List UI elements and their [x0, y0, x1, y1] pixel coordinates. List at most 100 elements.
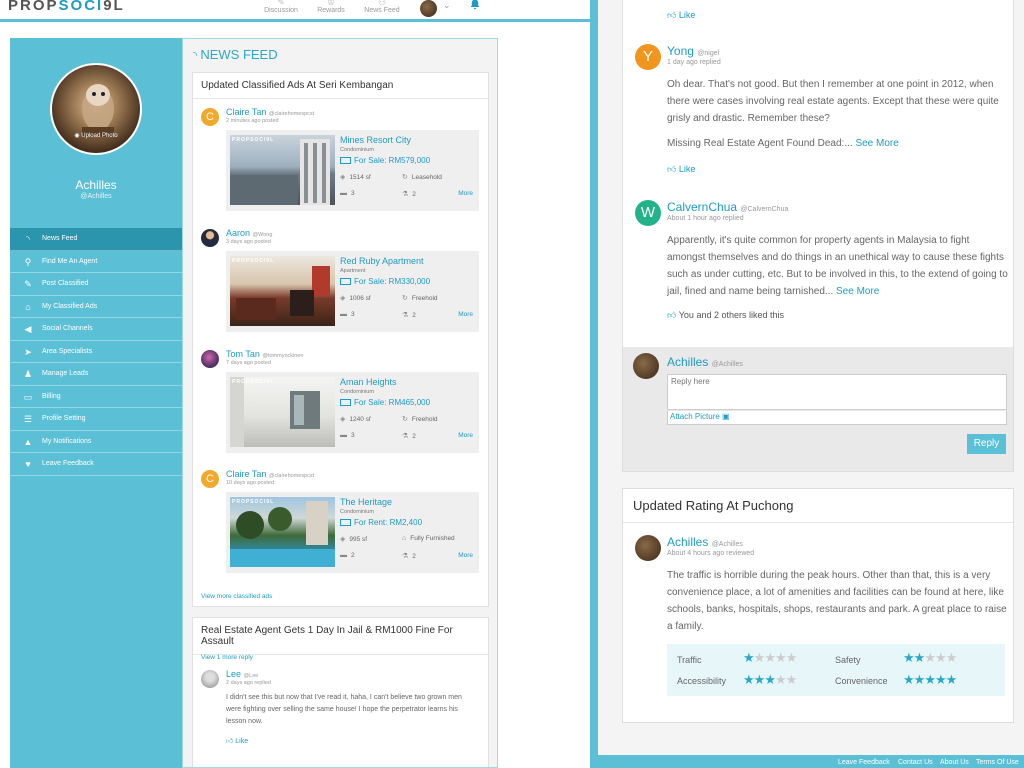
like-button[interactable]: 👍︎ Like: [667, 10, 695, 21]
sidebar-item-social-channels[interactable]: ◀ Social Channels: [10, 318, 182, 341]
ratings-table: Traffic ★★★★★ Safety ★★★★★ Accessibility…: [667, 644, 1005, 696]
money-icon: [340, 519, 351, 526]
sidebar-item-my-notifications[interactable]: ▲ My Notifications: [10, 431, 182, 453]
footer: Leave Feedback Contact Us About Us Terms…: [598, 755, 1024, 768]
commenter-name[interactable]: Lee: [226, 669, 241, 679]
likes-summary[interactable]: 👍︎ You and 2 others liked this: [667, 310, 784, 321]
avatar[interactable]: Y: [635, 44, 661, 70]
poster-name[interactable]: Claire Tan: [226, 469, 266, 479]
footer-link-about-us[interactable]: About Us: [940, 759, 969, 766]
listing-more-link[interactable]: More: [458, 311, 473, 318]
reply-textarea[interactable]: [667, 374, 1007, 410]
rating-label: Traffic: [677, 655, 702, 665]
listing-type: Apartment: [340, 268, 366, 274]
avatar[interactable]: W: [635, 200, 661, 226]
commenter-name[interactable]: CalvernChua: [667, 200, 737, 214]
sidebar-item-news-feed[interactable]: ◝ News Feed: [10, 228, 182, 251]
avatar[interactable]: [635, 535, 661, 561]
watermark-logo: PROPSOCI9L: [232, 258, 275, 264]
commenter-name[interactable]: Yong: [667, 44, 694, 58]
card-title[interactable]: Real Estate Agent Gets 1 Day In Jail & R…: [193, 618, 488, 655]
listing-tenure: Freehold: [411, 295, 438, 302]
sidebar-item-billing[interactable]: ▭ Billing: [10, 386, 182, 408]
listing-card[interactable]: PROPSOCI9L Red Ruby Apartment Apartment …: [226, 251, 479, 332]
search-user-icon: ⚲: [24, 256, 32, 267]
avatar[interactable]: C: [201, 108, 219, 126]
review-text: The traffic is horrible during the peak …: [667, 570, 1007, 632]
star-empty-icon: ★: [785, 672, 798, 687]
listing-title[interactable]: Red Ruby Apartment: [340, 256, 424, 266]
replier-handle: @Achilles: [711, 361, 743, 368]
avatar[interactable]: [201, 229, 219, 247]
attach-picture-button[interactable]: Attach Picture ▣: [667, 411, 1007, 425]
avatar[interactable]: [201, 350, 219, 368]
listing-photo[interactable]: PROPSOCI9L: [230, 377, 335, 447]
footer-link-terms[interactable]: Terms Of Use: [976, 759, 1019, 766]
image-icon: ▣: [722, 412, 730, 421]
sidebar-item-leave-feedback[interactable]: ♥ Leave Feedback: [10, 453, 182, 476]
listing-card[interactable]: PROPSOCI9L The Heritage Condominium For …: [226, 492, 479, 573]
post-time: 10 days ago posted: [226, 480, 275, 486]
listing-more-link[interactable]: More: [458, 432, 473, 439]
listing-card[interactable]: PROPSOCI9L Aman Heights Condominium For …: [226, 372, 479, 453]
poster-name[interactable]: Tom Tan: [226, 349, 260, 359]
chevron-down-icon[interactable]: ⌄: [443, 0, 451, 11]
view-more-classified-link[interactable]: View more classified ads: [201, 593, 272, 600]
star-empty-icon: ★: [785, 650, 798, 665]
sidebar-item-post-classified[interactable]: ✎ Post Classified: [10, 273, 182, 296]
sidebar-item-my-classified-ads[interactable]: ⌂ My Classified Ads: [10, 296, 182, 318]
reviewer-name[interactable]: Achilles: [667, 535, 708, 549]
profile-photo[interactable]: ◉ Upload Photo: [50, 63, 142, 155]
nav-news-feed[interactable]: ⚇ News Feed: [357, 0, 407, 14]
sidebar-item-area-specialists[interactable]: ➤ Area Specialists: [10, 341, 182, 363]
card-title[interactable]: Updated Rating At Puchong: [623, 489, 1013, 523]
listing-photo[interactable]: PROPSOCI9L: [230, 135, 335, 205]
comment-time: 2 days ago replied: [226, 680, 271, 686]
upload-photo-label[interactable]: ◉ Upload Photo: [52, 132, 140, 139]
listing-size: 1006 sf: [349, 295, 371, 302]
comment-text: Oh dear. That's not good. But then I rem…: [667, 79, 999, 124]
notification-bell-icon[interactable]: [470, 0, 480, 13]
commenter-handle: @nigel: [697, 50, 720, 57]
nav-rewards[interactable]: ♔ Rewards: [306, 0, 356, 14]
thumbs-up-icon: 👍︎: [667, 10, 679, 20]
listing-title[interactable]: The Heritage: [340, 497, 392, 507]
sidebar-menu: ◝ News Feed ⚲ Find Me An Agent ✎ Post Class…: [10, 228, 182, 476]
classified-ads-card: Updated Classified Ads At Seri Kembangan…: [192, 72, 489, 607]
megaphone-icon: ◀: [24, 324, 32, 334]
bath-icon: ⚗: [402, 312, 409, 319]
comment-text: I didn't see this but now that I've read…: [226, 694, 462, 725]
avatar[interactable]: [201, 670, 219, 688]
avatar[interactable]: C: [201, 470, 219, 488]
sidebar-item-manage-leads[interactable]: ♟ Manage Leads: [10, 363, 182, 386]
tenure-icon: ↻: [402, 416, 408, 423]
view-more-replies-link[interactable]: View 1 more reply: [201, 654, 253, 661]
listing-price: For Sale: RM579,000: [354, 156, 431, 165]
propsocial-logo[interactable]: PROPSOCI9L: [8, 0, 125, 14]
thumbs-up-icon: 👍︎: [667, 164, 679, 174]
user-avatar-menu[interactable]: [420, 0, 437, 17]
listing-more-link[interactable]: More: [458, 190, 473, 197]
screen-divider: [590, 0, 598, 768]
reply-button[interactable]: Reply: [967, 434, 1006, 454]
footer-link-contact-us[interactable]: Contact Us: [898, 759, 933, 766]
like-button[interactable]: 👍︎ Like: [667, 164, 695, 175]
star-empty-icon: ★: [924, 650, 936, 665]
listing-title[interactable]: Aman Heights: [340, 377, 397, 387]
listing-photo[interactable]: PROPSOCI9L: [230, 497, 335, 567]
poster-name[interactable]: Aaron: [226, 228, 250, 238]
footer-link-leave-feedback[interactable]: Leave Feedback: [838, 759, 890, 766]
nav-discussion[interactable]: ✎ Discussion: [256, 0, 306, 14]
sidebar-item-find-agent[interactable]: ⚲ Find Me An Agent: [10, 251, 182, 273]
sidebar-item-profile-setting[interactable]: ☰ Profile Setting: [10, 408, 182, 431]
location-arrow-icon: ➤: [24, 346, 32, 357]
listing-card[interactable]: PROPSOCI9L Mines Resort City Condominium…: [226, 130, 479, 211]
see-more-link[interactable]: See More: [855, 138, 898, 149]
listing-photo[interactable]: PROPSOCI9L: [230, 256, 335, 326]
listing-title[interactable]: Mines Resort City: [340, 135, 411, 145]
see-more-link[interactable]: See More: [836, 286, 879, 297]
poster-name[interactable]: Claire Tan: [226, 107, 266, 117]
listing-type: Condominium: [340, 147, 374, 153]
listing-more-link[interactable]: More: [458, 552, 473, 559]
like-button[interactable]: 👍︎ Like: [226, 736, 248, 745]
